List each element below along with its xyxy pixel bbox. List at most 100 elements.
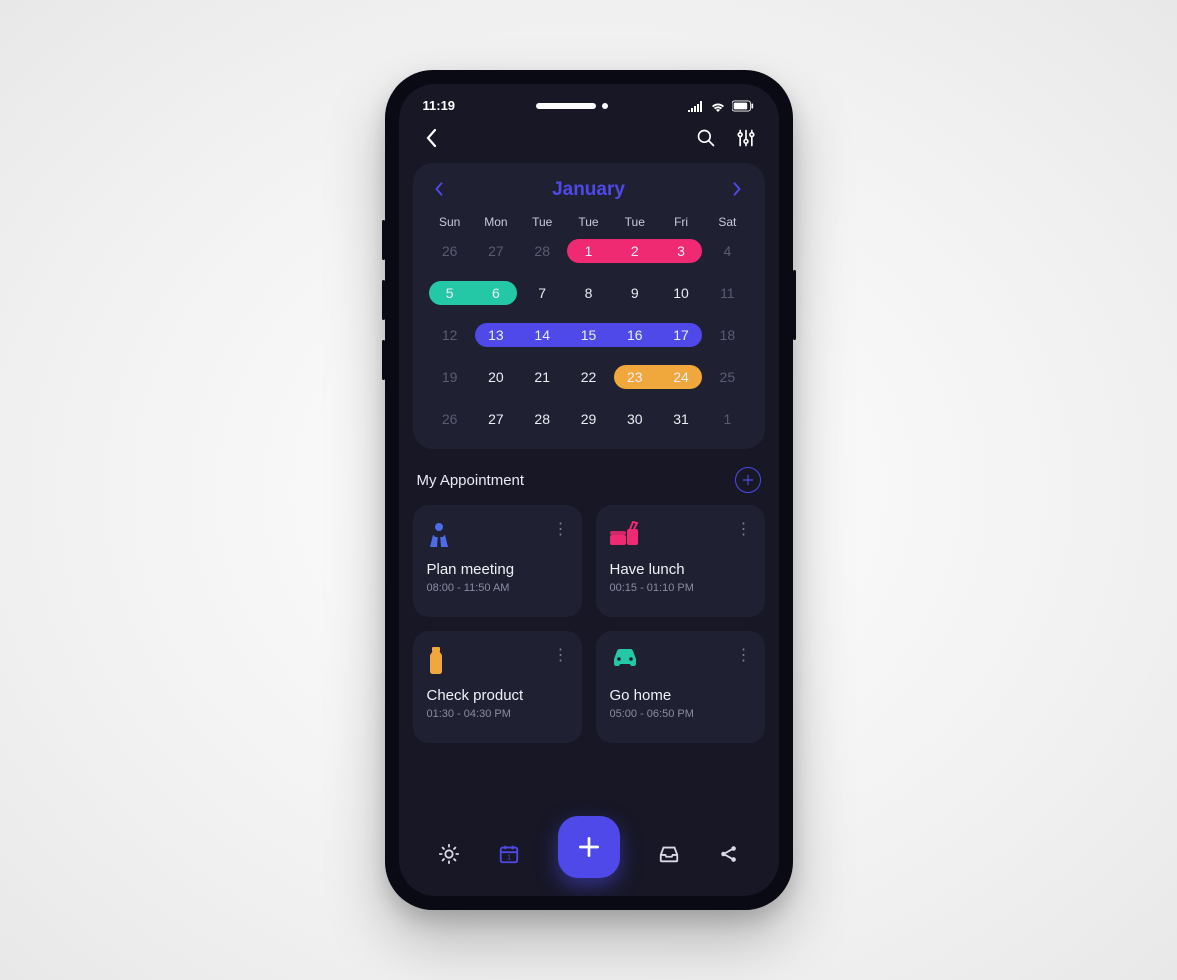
appointment-icon <box>427 521 455 549</box>
date-cell[interactable]: 2 <box>612 239 658 263</box>
date-cell[interactable]: 24 <box>658 365 704 389</box>
card-menu-button[interactable]: ⋮ <box>736 519 753 539</box>
date-cell[interactable]: 28 <box>519 407 565 431</box>
date-cell[interactable]: 27 <box>473 239 519 263</box>
back-button[interactable] <box>421 127 443 149</box>
plus-icon <box>576 834 602 860</box>
calendar-month: January <box>552 179 625 201</box>
date-cell[interactable]: 27 <box>473 407 519 431</box>
date-cell[interactable]: 17 <box>658 323 704 347</box>
date-cell[interactable]: 18 <box>704 323 750 347</box>
weekday-label: Tue <box>565 215 611 229</box>
inbox-icon <box>658 843 680 865</box>
appointment-time: 01:30 - 04:30 PM <box>427 708 568 720</box>
bottom-nav: 1 <box>413 816 765 896</box>
date-cell[interactable]: 7 <box>519 281 565 305</box>
appointment-title: Check product <box>427 687 568 704</box>
date-cell[interactable]: 19 <box>427 365 473 389</box>
date-cell[interactable]: 14 <box>519 323 565 347</box>
weekday-row: SunMonTueTueTueFriSat <box>427 211 751 239</box>
sliders-icon <box>736 128 756 148</box>
plus-icon <box>741 473 755 487</box>
appointment-card[interactable]: ⋮ Check product 01:30 - 04:30 PM <box>413 631 582 743</box>
prev-month-button[interactable] <box>431 181 449 199</box>
date-cell[interactable]: 8 <box>565 281 611 305</box>
date-cell[interactable]: 12 <box>427 323 473 347</box>
date-cell[interactable]: 11 <box>704 281 750 305</box>
search-icon <box>696 128 716 148</box>
notch-area <box>536 103 608 109</box>
status-bar: 11:19 <box>413 94 765 121</box>
fab-add-button[interactable] <box>558 816 620 878</box>
date-cell[interactable]: 6 <box>473 281 519 305</box>
chevron-left-icon <box>425 128 439 148</box>
appointment-title: Plan meeting <box>427 561 568 578</box>
date-cell[interactable]: 30 <box>612 407 658 431</box>
date-cell[interactable]: 3 <box>658 239 704 263</box>
date-cell[interactable]: 1 <box>704 407 750 431</box>
appointment-card[interactable]: ⋮ Plan meeting 08:00 - 11:50 AM <box>413 505 582 617</box>
date-cell[interactable]: 25 <box>704 365 750 389</box>
section-title: My Appointment <box>417 472 525 489</box>
appointments-header: My Appointment <box>417 467 761 493</box>
battery-icon <box>732 100 754 112</box>
chevron-right-icon <box>729 181 745 197</box>
weekday-label: Mon <box>473 215 519 229</box>
appointment-icon <box>610 647 638 675</box>
settings-button[interactable] <box>735 127 757 149</box>
next-month-button[interactable] <box>729 181 747 199</box>
sun-icon <box>438 843 460 865</box>
phone-frame: 11:19 <box>385 70 793 910</box>
wifi-icon <box>710 100 726 112</box>
date-grid: 2627281234567891011121314151617181920212… <box>427 239 751 431</box>
weekday-label: Tue <box>612 215 658 229</box>
date-cell[interactable]: 28 <box>519 239 565 263</box>
weekday-label: Sun <box>427 215 473 229</box>
date-cell[interactable]: 21 <box>519 365 565 389</box>
appointment-title: Go home <box>610 687 751 704</box>
calendar-icon: 1 <box>498 843 520 865</box>
date-cell[interactable]: 26 <box>427 407 473 431</box>
appointment-time: 05:00 - 06:50 PM <box>610 708 751 720</box>
date-cell[interactable]: 10 <box>658 281 704 305</box>
date-cell[interactable]: 16 <box>612 323 658 347</box>
calendar-panel: January SunMonTueTueTueFriSat 2627281234… <box>413 163 765 449</box>
date-cell[interactable]: 20 <box>473 365 519 389</box>
signal-icon <box>688 100 704 112</box>
date-cell[interactable]: 26 <box>427 239 473 263</box>
nav-share[interactable] <box>718 843 740 865</box>
card-menu-button[interactable]: ⋮ <box>553 645 570 665</box>
date-cell[interactable]: 23 <box>612 365 658 389</box>
svg-text:1: 1 <box>506 853 510 862</box>
date-cell[interactable]: 9 <box>612 281 658 305</box>
appointment-card[interactable]: ⋮ Go home 05:00 - 06:50 PM <box>596 631 765 743</box>
weekday-label: Sat <box>704 215 750 229</box>
weekday-label: Fri <box>658 215 704 229</box>
appointment-time: 00:15 - 01:10 PM <box>610 582 751 594</box>
date-cell[interactable]: 13 <box>473 323 519 347</box>
share-icon <box>718 843 740 865</box>
nav-calendar[interactable]: 1 <box>498 843 520 865</box>
nav-brightness[interactable] <box>438 843 460 865</box>
search-button[interactable] <box>695 127 717 149</box>
appointment-time: 08:00 - 11:50 AM <box>427 582 568 594</box>
date-cell[interactable]: 1 <box>565 239 611 263</box>
date-cell[interactable]: 22 <box>565 365 611 389</box>
screen: 11:19 <box>399 84 779 896</box>
date-cell[interactable]: 15 <box>565 323 611 347</box>
top-nav <box>413 121 765 163</box>
card-menu-button[interactable]: ⋮ <box>553 519 570 539</box>
date-cell[interactable]: 31 <box>658 407 704 431</box>
date-cell[interactable]: 5 <box>427 281 473 305</box>
status-indicators <box>688 100 754 112</box>
nav-inbox[interactable] <box>658 843 680 865</box>
date-cell[interactable]: 4 <box>704 239 750 263</box>
appointment-card[interactable]: ⋮Have lunch00:15 - 01:10 PM <box>596 505 765 617</box>
appointment-icon <box>427 647 455 675</box>
appointment-icon <box>610 521 638 549</box>
add-appointment-button[interactable] <box>735 467 761 493</box>
date-cell[interactable]: 29 <box>565 407 611 431</box>
card-menu-button[interactable]: ⋮ <box>736 645 753 665</box>
appointment-grid: ⋮ Plan meeting 08:00 - 11:50 AM ⋮Have lunch… <box>413 505 765 743</box>
chevron-left-icon <box>431 181 447 197</box>
